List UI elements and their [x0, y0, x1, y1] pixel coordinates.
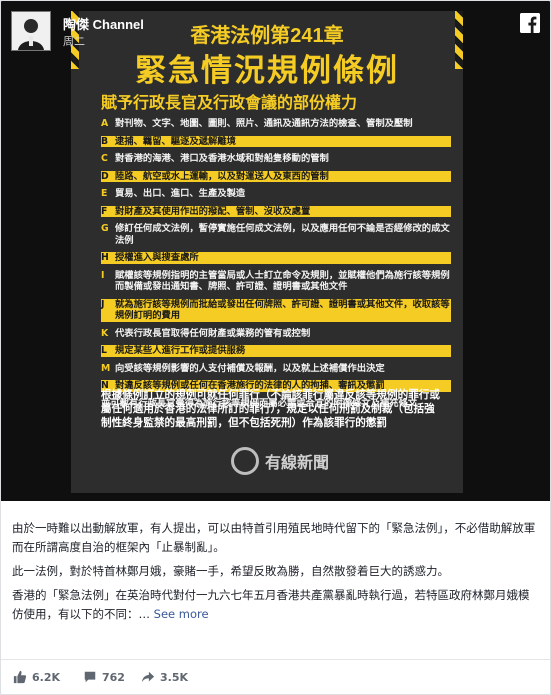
comment-count[interactable]: 762	[83, 670, 125, 684]
cable-news-logo-icon	[231, 447, 259, 475]
power-item: L 規定某些人進行工作或提供服務	[101, 345, 451, 357]
power-item-letter: A	[101, 118, 109, 129]
power-item-letter: I	[101, 269, 105, 281]
like-count[interactable]: 6.2K	[13, 670, 60, 684]
power-item-text: 對香港的海港、港口及香港水域和對船隻移動的管制	[115, 153, 329, 164]
thumbs-up-icon	[13, 670, 27, 684]
power-item: B 逮捕、羈留、驅逐及遞解離境	[101, 135, 451, 147]
power-item-letter: F	[101, 205, 108, 217]
power-item-text: 對刊物、文字、地圖、圖則、照片、通訊及通訊方法的檢查、管制及壓制	[115, 118, 413, 129]
power-item-letter: H	[101, 252, 109, 263]
power-item: G 修訂任何成文法例，暫停實施任何成文法例，以及應用任何不論是否經修改的成文法例	[101, 223, 451, 246]
power-item-text: 向受該等規例影響的人支付補償及報酬，以及就上述補償作出決定	[115, 362, 385, 374]
post-paragraph: 此一法例，對於特首林鄭月娥，豪賭一手，希望反敗為勝，自然散發着巨大的誘惑力。	[12, 564, 449, 578]
power-item-letter: J	[101, 298, 105, 310]
power-item: F 對財產及其使用作出的撥配、管制、沒收及處置	[101, 205, 451, 217]
comment-icon	[84, 671, 96, 683]
share-count[interactable]: 3.5K	[141, 670, 188, 684]
power-item: D 陸路、航空或水上運輸，以及對運送人及東西的管制	[101, 170, 451, 182]
poster-subtitle: 賦予行政長官及行政會議的部份權力	[101, 95, 358, 112]
power-item-letter: B	[101, 135, 109, 147]
power-item-text: 就為施行該等規例而批給或發出任何牌照、許可證、證明書或其他文件，收取該等規例訂明…	[115, 298, 450, 322]
power-item-text: 貿易、出口、進口、生產及製造	[115, 188, 246, 199]
power-item-letter: L	[101, 345, 107, 356]
post-footer: 6.2K 762 3.5K	[1, 659, 550, 694]
facebook-icon[interactable]	[520, 13, 540, 33]
power-item-text: 授權進入與搜查處所	[115, 252, 199, 263]
power-item-letter: M	[101, 362, 111, 374]
power-item: I 賦權該等規例指明的主管當局或人士訂立命令及規則，並賦權他們為施行該等規例而製備…	[101, 270, 451, 293]
share-count-value: 3.5K	[160, 670, 189, 684]
power-item-letter: D	[101, 170, 109, 182]
power-item: J 就為施行該等規例而批給或發出任何牌照、許可證、證明書或其他文件，收取該等規例訂…	[101, 298, 451, 322]
like-count-value: 6.2K	[32, 670, 61, 684]
power-list: A 對刊物、文字、地圖、圖則、照片、通訊及通訊方法的檢查、管制及壓制 B 逮捕、羈留…	[101, 118, 451, 409]
share-icon	[141, 671, 155, 683]
power-item-text: 陸路、航空或水上運輸，以及對運送人及東西的管制	[115, 170, 329, 182]
poster-panel: 香港法例第241章 緊急情況規例條例 賦予行政長官及行政會議的部份權力 A 對刊物…	[71, 11, 463, 493]
power-item: A 對刊物、文字、地圖、圖則、照片、通訊及通訊方法的檢查、管制及壓制	[101, 118, 451, 130]
power-item: E 貿易、出口、進口、生產及製造	[101, 188, 451, 200]
post-text: 由於一時難以出動解放軍，有人提出，可以由特首引用殖民地時代留下的「緊急法例」，不…	[12, 519, 537, 629]
post-paragraph-last: 香港的「緊急法例」在英治時代對付一九六七年五月香港共產黨暴亂時執行過，若特區政府…	[12, 586, 537, 624]
power-item-text: 逮捕、羈留、驅逐及遞解離境	[115, 135, 236, 147]
avatar[interactable]	[11, 11, 51, 51]
post-paragraph-text: 香港的「緊急法例」在英治時代對付一九六七年五月香港共產黨暴亂時執行過，若特區政府…	[12, 588, 530, 621]
power-item: M 向受該等規例影響的人支付補償及報酬，以及就上述補償作出決定	[101, 363, 451, 375]
power-item-text: 規定某些人進行工作或提供服務	[115, 345, 246, 356]
ellipsis: …	[138, 607, 151, 621]
power-item: K 代表行政長官取得任何財產或業務的管有或控制	[101, 328, 451, 340]
power-item-text: 對財產及其使用作出的撥配、管制、沒收及處置	[115, 205, 311, 217]
post-paragraph: 由於一時難以出動解放軍，有人提出，可以由特首引用殖民地時代留下的「緊急法例」，不…	[12, 521, 536, 554]
power-item-text: 賦權該等規例指明的主管當局或人士訂立命令及規則，並賦權他們為施行該等規例而製備或…	[115, 269, 450, 293]
post-timestamp[interactable]: 周二	[63, 33, 85, 49]
penalty-paragraph: 根據條例訂立的規例可就任何罪行（不論該罪行屬違反該等規例的罪行或屬任何適用於香港…	[101, 389, 440, 429]
power-item-letter: E	[101, 188, 108, 199]
power-item-letter: C	[101, 153, 108, 164]
power-item-text: 代表行政長官取得任何財產或業務的管有或控制	[115, 327, 311, 339]
power-item: H 授權進入與搜查處所	[101, 252, 451, 264]
cable-news-logo: 有線新聞	[231, 446, 329, 476]
power-item-letter: G	[101, 223, 109, 234]
post-image[interactable]: 香港法例第241章 緊急情況規例條例 賦予行政長官及行政會議的部份權力 A 對刊物…	[1, 1, 550, 501]
power-item-letter: K	[101, 327, 109, 339]
comment-count-value: 762	[102, 670, 125, 684]
power-item: C 對香港的海港、港口及香港水域和對船隻移動的管制	[101, 153, 451, 165]
logo-text: 有線新聞	[265, 455, 330, 472]
facebook-post-card: 香港法例第241章 緊急情況規例條例 賦予行政長官及行政會議的部份權力 A 對刊物…	[0, 0, 551, 695]
see-more-link[interactable]: See more	[154, 607, 209, 621]
page-name-link[interactable]: 陶傑 Channel	[63, 14, 144, 33]
post-header: 陶傑 Channel 周二	[1, 1, 550, 58]
power-item-text: 修訂任何成文法例，暫停實施任何成文法例，以及應用任何不論是否經修改的成文法例	[115, 223, 450, 246]
